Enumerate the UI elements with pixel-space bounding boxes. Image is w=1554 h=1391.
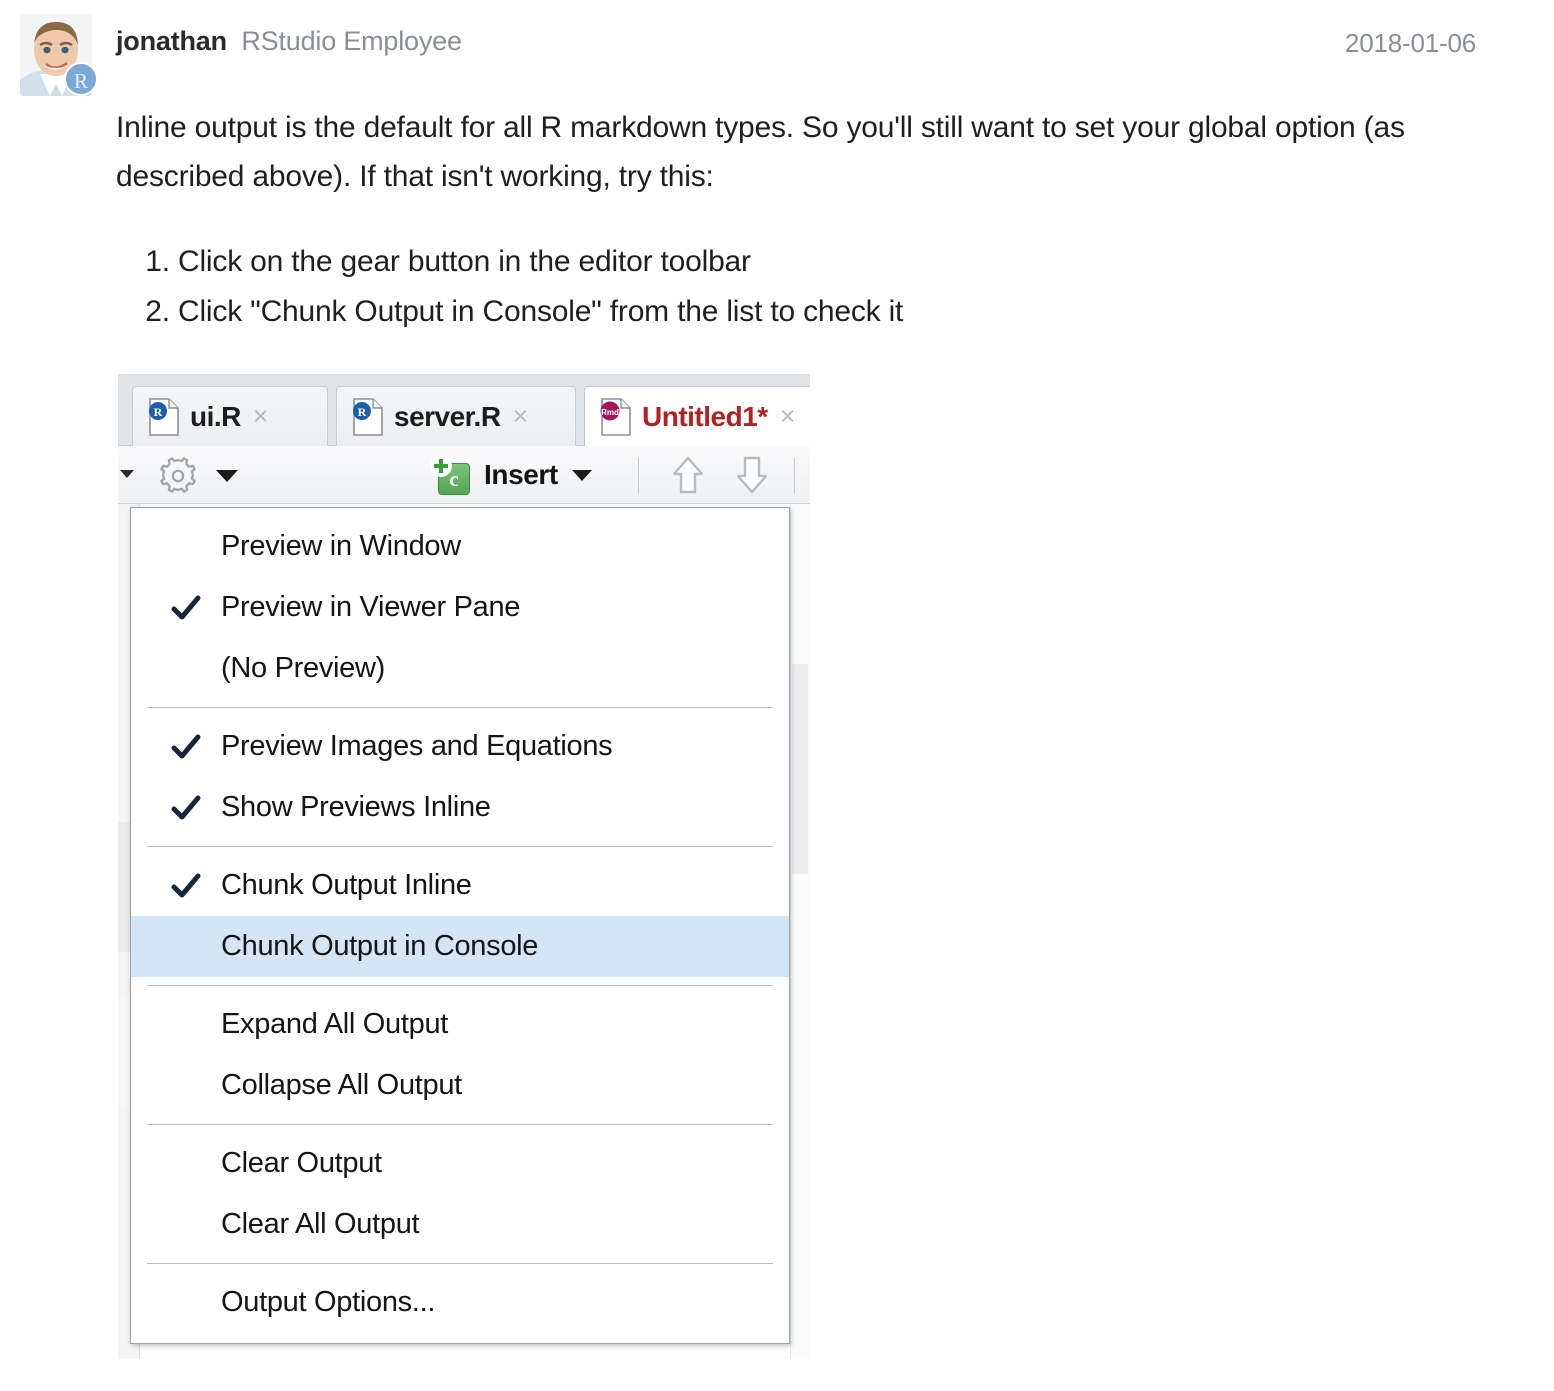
arrow-up-icon bbox=[672, 456, 704, 494]
menu-item-clear-all-output[interactable]: Clear All Output bbox=[131, 1194, 789, 1255]
check-icon bbox=[171, 595, 201, 619]
menu-item-clear-output[interactable]: Clear Output bbox=[131, 1133, 789, 1194]
overflow-caret-icon[interactable] bbox=[120, 470, 134, 478]
svg-text:R: R bbox=[154, 405, 163, 419]
avatar[interactable]: R bbox=[14, 14, 98, 96]
insert-chunk-icon: c bbox=[430, 455, 470, 495]
menu-item-label: Clear All Output bbox=[221, 1208, 420, 1240]
menu-item-label: Preview in Viewer Pane bbox=[221, 591, 521, 623]
gear-button[interactable] bbox=[156, 454, 200, 498]
editor-tab-strip: R ui.R × R server.R × Rmd Untitled1* × bbox=[118, 374, 810, 446]
chunk-output-dropdown-menu: Preview in Window Preview in Viewer Pane… bbox=[130, 507, 790, 1344]
tab-ui-r[interactable]: R ui.R × bbox=[132, 386, 328, 446]
check-icon bbox=[171, 734, 201, 758]
post-date: 2018-01-06 bbox=[1345, 28, 1476, 58]
svg-text:R: R bbox=[358, 405, 367, 419]
menu-item-label: Clear Output bbox=[221, 1147, 382, 1179]
menu-item-label: (No Preview) bbox=[221, 652, 385, 684]
tab-close-icon[interactable]: × bbox=[780, 401, 796, 432]
menu-item-no-preview[interactable]: (No Preview) bbox=[131, 638, 789, 699]
menu-separator bbox=[147, 846, 773, 847]
rstudio-screenshot: R ui.R × R server.R × Rmd Untitled1* × c… bbox=[118, 374, 810, 1359]
toolbar-separator bbox=[638, 458, 639, 494]
menu-item-output-options[interactable]: Output Options... bbox=[131, 1272, 789, 1333]
menu-item-show-previews-inline[interactable]: Show Previews Inline bbox=[131, 777, 789, 838]
check-icon bbox=[171, 795, 201, 819]
gear-dropdown-caret-icon[interactable] bbox=[216, 470, 238, 482]
run-previous-chunks-button[interactable] bbox=[664, 452, 712, 498]
menu-item-label: Show Previews Inline bbox=[221, 791, 491, 823]
insert-caret-icon[interactable] bbox=[571, 469, 592, 481]
menu-item-label: Output Options... bbox=[221, 1286, 436, 1318]
list-item: Click on the gear button in the editor t… bbox=[178, 237, 1476, 287]
insert-button[interactable]: c Insert bbox=[430, 450, 592, 500]
svg-text:Rmd: Rmd bbox=[601, 408, 619, 417]
tab-server-r[interactable]: R server.R × bbox=[336, 386, 576, 446]
arrow-down-icon bbox=[736, 456, 768, 494]
toolbar-separator bbox=[794, 458, 795, 494]
menu-item-label: Chunk Output Inline bbox=[221, 869, 472, 901]
author-name[interactable]: jonathan bbox=[116, 26, 227, 56]
insert-label: Insert bbox=[484, 459, 558, 490]
tab-close-icon[interactable]: × bbox=[253, 401, 269, 432]
avatar-badge-r: R bbox=[64, 62, 98, 96]
tab-label: ui.R bbox=[190, 400, 241, 432]
editor-vertical-scrollbar[interactable] bbox=[790, 504, 810, 1359]
plus-icon bbox=[430, 455, 452, 477]
tab-label: server.R bbox=[394, 400, 501, 432]
scrollbar-thumb[interactable] bbox=[792, 664, 808, 874]
editor-toolbar: c Insert bbox=[118, 446, 810, 504]
r-file-icon: R bbox=[149, 397, 179, 436]
tab-close-icon[interactable]: × bbox=[513, 401, 529, 432]
post-body: Inline output is the default for all R m… bbox=[116, 104, 1476, 337]
author-role: RStudio Employee bbox=[241, 26, 462, 56]
post-paragraph: Inline output is the default for all R m… bbox=[116, 111, 1405, 193]
menu-separator bbox=[147, 1263, 773, 1264]
menu-item-preview-in-viewer-pane[interactable]: Preview in Viewer Pane bbox=[131, 577, 789, 638]
menu-separator bbox=[147, 985, 773, 986]
tab-label: Untitled1* bbox=[642, 400, 768, 432]
menu-separator bbox=[147, 1124, 773, 1125]
menu-item-label: Preview in Window bbox=[221, 530, 461, 562]
menu-item-label: Chunk Output in Console bbox=[221, 930, 539, 962]
tab-untitled1[interactable]: Rmd Untitled1* × bbox=[584, 386, 810, 446]
list-item: Click "Chunk Output in Console" from the… bbox=[178, 287, 1476, 337]
rmarkdown-file-icon: Rmd bbox=[600, 397, 631, 436]
post-header: R jonathan RStudio Employee 2018-01-06 bbox=[0, 0, 1554, 96]
menu-item-chunk-output-inline[interactable]: Chunk Output Inline bbox=[131, 855, 789, 916]
menu-item-expand-all-output[interactable]: Expand All Output bbox=[131, 994, 789, 1055]
menu-item-chunk-output-in-console[interactable]: Chunk Output in Console bbox=[131, 916, 789, 977]
menu-separator bbox=[147, 707, 773, 708]
menu-item-preview-images-and-equations[interactable]: Preview Images and Equations bbox=[131, 716, 789, 777]
r-file-icon: R bbox=[353, 397, 383, 436]
instruction-list: Click on the gear button in the editor t… bbox=[116, 237, 1476, 337]
menu-item-preview-in-window[interactable]: Preview in Window bbox=[131, 516, 789, 577]
run-current-chunk-button[interactable] bbox=[728, 452, 776, 498]
menu-item-label: Collapse All Output bbox=[221, 1069, 462, 1101]
check-icon bbox=[171, 873, 201, 897]
menu-item-collapse-all-output[interactable]: Collapse All Output bbox=[131, 1055, 789, 1116]
author-line: jonathan RStudio Employee bbox=[116, 26, 462, 57]
menu-item-label: Expand All Output bbox=[221, 1008, 449, 1040]
gear-icon bbox=[160, 457, 196, 493]
menu-item-label: Preview Images and Equations bbox=[221, 730, 613, 762]
